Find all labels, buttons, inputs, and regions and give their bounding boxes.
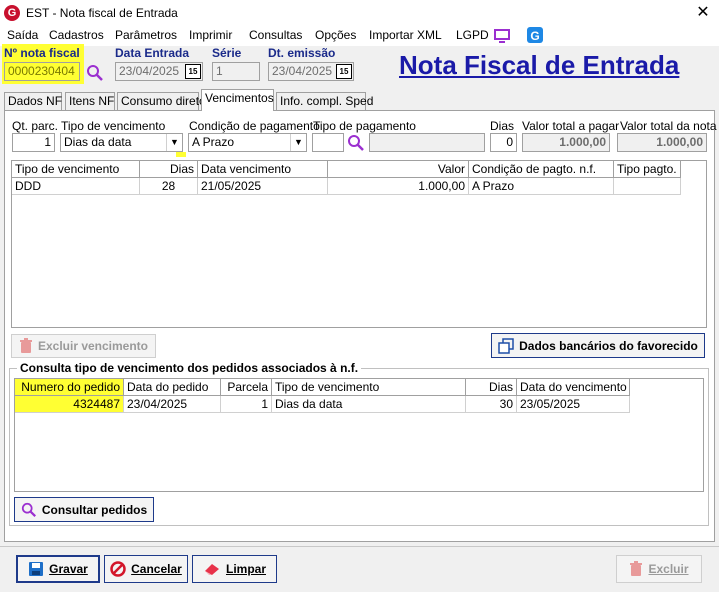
tab-dados-nf[interactable]: Dados NF	[4, 92, 62, 110]
valor-total-pagar-value: 1.000,00	[522, 133, 610, 152]
col-data-do-vencimento: Data do vencimento	[517, 379, 630, 396]
trash-icon	[19, 338, 32, 353]
tab-info-compl-sped[interactable]: Info. compl. Sped	[276, 92, 373, 110]
consulta-title: Consulta tipo de vencimento dos pedidos …	[17, 361, 362, 375]
tipo-pagamento-label: Tipo de pagamento	[313, 119, 416, 133]
excluir-button[interactable]: Excluir	[616, 555, 702, 583]
dt-emissao-label: Dt. emissão	[268, 46, 336, 60]
dados-bancarios-label: Dados bancários do favorecido	[519, 338, 698, 353]
search-tipo-pagamento-icon[interactable]	[347, 134, 365, 155]
condicao-pagamento-label: Condição de pagamento	[189, 119, 320, 133]
data-entrada-label: Data Entrada	[115, 46, 190, 60]
condicao-pagamento-select[interactable]: A Prazo ▼	[188, 133, 307, 152]
menu-opcoes[interactable]: Opções	[315, 28, 356, 42]
monitor-icon[interactable]	[494, 28, 510, 47]
menu-consultas[interactable]: Consultas	[249, 28, 302, 42]
table-cell[interactable]: 1.000,00	[328, 178, 469, 195]
tab-itens-nf[interactable]: Itens NF	[65, 92, 115, 110]
chevron-down-icon: ▼	[166, 134, 182, 151]
col-dias-pedido: Dias	[466, 379, 517, 396]
table-cell[interactable]: 1	[221, 396, 272, 413]
app-logo-icon: G	[4, 5, 20, 21]
valor-total-nota-value: 1.000,00	[617, 133, 707, 152]
excluir-label: Excluir	[648, 562, 689, 576]
tab-consumo-direto[interactable]: Consumo direto	[117, 92, 206, 110]
table-cell[interactable]: 28	[140, 178, 198, 195]
col-dias: Dias	[140, 161, 198, 178]
cancelar-button[interactable]: Cancelar	[104, 555, 188, 583]
chevron-down-icon: ▼	[290, 134, 306, 151]
page-title: Nota Fiscal de Entrada	[399, 50, 680, 80]
col-valor: Valor	[328, 161, 469, 178]
table-cell[interactable]: DDD	[12, 178, 140, 195]
menu-imprimir[interactable]: Imprimir	[189, 28, 232, 42]
eraser-icon	[204, 564, 219, 575]
menu-bar	[0, 26, 719, 46]
col-tipo-vencimento-pedido: Tipo de vencimento	[272, 379, 466, 396]
col-tipo-pagto: Tipo pagto.	[614, 161, 681, 178]
dias-label: Dias	[490, 119, 515, 133]
svg-text:G: G	[530, 29, 539, 43]
valor-total-pagar-label: Valor total a pagar	[522, 119, 620, 133]
menu-lgpd[interactable]: LGPD	[456, 28, 489, 42]
col-data-pedido: Data do pedido	[124, 379, 221, 396]
table-cell[interactable]: 23/05/2025	[517, 396, 630, 413]
table-cell[interactable]: A Prazo	[469, 178, 614, 195]
limpar-button[interactable]: Limpar	[192, 555, 277, 583]
gravar-label: Gravar	[49, 562, 88, 576]
col-tipo-vencimento: Tipo de vencimento	[12, 161, 140, 178]
menu-cadastros[interactable]: Cadastros	[49, 28, 104, 42]
cancel-icon	[110, 561, 126, 577]
serie-input[interactable]: 1	[212, 62, 260, 81]
tipo-vencimento-label: Tipo de vencimento	[61, 119, 166, 133]
window-title: EST - Nota fiscal de Entrada	[26, 6, 178, 20]
serie-label: Série	[212, 46, 242, 60]
close-button[interactable]: ✕	[690, 2, 716, 24]
data-entrada-calendar-icon[interactable]: 15	[185, 64, 201, 79]
nota-fiscal-label: Nº nota fiscal	[4, 46, 80, 60]
menu-parametros[interactable]: Parâmetros	[115, 28, 177, 42]
tab-vencimentos[interactable]: Vencimentos	[201, 89, 274, 111]
col-condicao-pagto: Condição de pagto. n.f.	[469, 161, 614, 178]
cancelar-label: Cancelar	[131, 562, 182, 576]
search-icon	[21, 502, 36, 517]
tipo-pagamento-input[interactable]	[312, 133, 344, 152]
table-cell[interactable]: 4324487	[15, 396, 124, 413]
tipo-vencimento-select[interactable]: Dias da data ▼	[60, 133, 183, 152]
excluir-vencimento-label: Excluir vencimento	[37, 339, 149, 353]
menu-importar-xml[interactable]: Importar XML	[369, 28, 442, 42]
limpar-label: Limpar	[225, 562, 266, 576]
table-cell[interactable]: Dias da data	[272, 396, 466, 413]
qt-parc-label: Qt. parc.	[12, 119, 59, 133]
save-icon	[29, 562, 44, 576]
consultar-pedidos-button[interactable]: Consultar pedidos	[14, 497, 154, 522]
nota-fiscal-input[interactable]: 0000230404	[4, 62, 80, 81]
tipo-pagamento-description	[369, 133, 485, 152]
search-nota-icon[interactable]	[86, 64, 104, 85]
dias-input[interactable]: 0	[490, 133, 517, 152]
consultar-pedidos-label: Consultar pedidos	[41, 502, 148, 517]
trash-icon	[630, 561, 643, 576]
qt-parc-input[interactable]: 1	[12, 133, 55, 152]
g-logo-icon[interactable]: G	[527, 27, 543, 46]
copy-icon	[498, 337, 514, 354]
table-cell[interactable]: 21/05/2025	[198, 178, 328, 195]
table-cell[interactable]: 30	[466, 396, 517, 413]
valor-total-nota-label: Valor total da nota	[620, 119, 717, 133]
tipo-vencimento-value: Dias da data	[64, 135, 132, 149]
menu-saida[interactable]: Saída	[7, 28, 38, 42]
col-data-vencimento: Data vencimento	[198, 161, 328, 178]
gravar-button[interactable]: Gravar	[16, 555, 100, 583]
condicao-pagamento-value: A Prazo	[192, 135, 235, 149]
col-parcela: Parcela	[221, 379, 272, 396]
table-cell[interactable]	[614, 178, 681, 195]
col-numero-pedido: Numero do pedido	[15, 379, 124, 396]
table-cell[interactable]: 23/04/2025	[124, 396, 221, 413]
excluir-vencimento-button[interactable]: Excluir vencimento	[11, 334, 156, 358]
dt-emissao-calendar-icon[interactable]: 15	[336, 64, 352, 79]
highlight-mark	[176, 152, 186, 157]
dados-bancarios-button[interactable]: Dados bancários do favorecido	[491, 333, 705, 358]
